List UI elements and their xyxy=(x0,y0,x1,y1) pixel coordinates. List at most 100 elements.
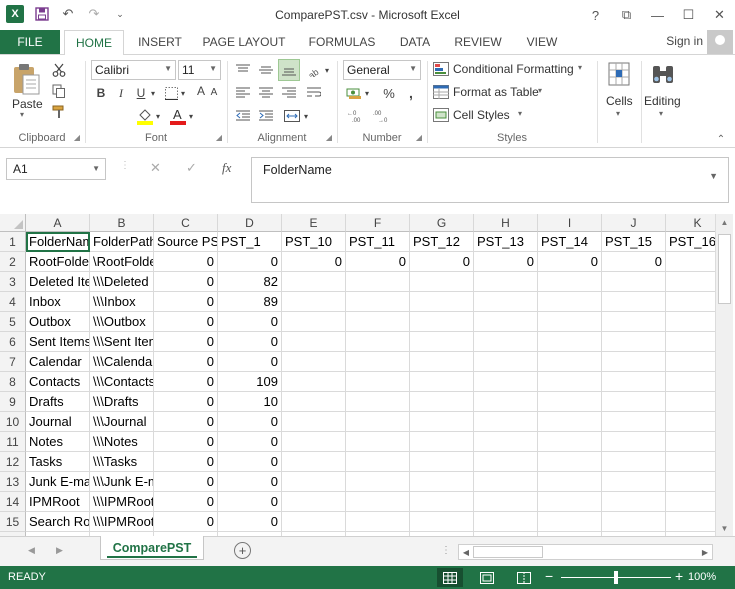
horizontal-scroll-thumb[interactable] xyxy=(473,546,543,558)
cell-g7[interactable] xyxy=(410,352,474,372)
minimize-button[interactable]: — xyxy=(642,0,673,30)
cell-f13[interactable] xyxy=(346,472,410,492)
cell-k5[interactable] xyxy=(666,312,715,332)
cell-e3[interactable] xyxy=(282,272,346,292)
align-right-icon[interactable] xyxy=(278,83,300,103)
zoom-in-icon[interactable]: + xyxy=(675,568,683,584)
cell-j11[interactable] xyxy=(602,432,666,452)
accounting-dropdown-icon[interactable]: ▾ xyxy=(363,84,371,102)
column-header-i[interactable]: I xyxy=(538,214,602,232)
cell-b4[interactable]: \\\Inbox xyxy=(90,292,154,312)
cell-h14[interactable] xyxy=(474,492,538,512)
column-header-f[interactable]: F xyxy=(346,214,410,232)
binoculars-icon[interactable] xyxy=(649,60,677,88)
cell-f2[interactable]: 0 xyxy=(346,252,410,272)
row-header-5[interactable]: 5 xyxy=(0,312,26,332)
merge-dropdown-icon[interactable]: ▾ xyxy=(302,106,310,126)
formula-bar-handle-icon[interactable]: ⋮ xyxy=(120,160,130,171)
cell-e13[interactable] xyxy=(282,472,346,492)
cell-g15[interactable] xyxy=(410,512,474,532)
cell-a2[interactable]: RootFolder xyxy=(26,252,90,272)
formula-input[interactable]: FolderName ▼ xyxy=(251,157,729,203)
cell-a9[interactable]: Drafts xyxy=(26,392,90,412)
cell-i6[interactable] xyxy=(538,332,602,352)
cell-g5[interactable] xyxy=(410,312,474,332)
cell-b11[interactable]: \\\Notes xyxy=(90,432,154,452)
cell-i8[interactable] xyxy=(538,372,602,392)
decrease-decimal-icon[interactable]: .00 →0 xyxy=(372,107,394,125)
cell-k13[interactable] xyxy=(666,472,715,492)
cell-c6[interactable]: 0 xyxy=(154,332,218,352)
cell-f4[interactable] xyxy=(346,292,410,312)
cell-b8[interactable]: \\\Contacts xyxy=(90,372,154,392)
comma-style-icon[interactable]: , xyxy=(402,84,420,102)
cell-f11[interactable] xyxy=(346,432,410,452)
cell-b5[interactable]: \\\Outbox xyxy=(90,312,154,332)
cell-k11[interactable] xyxy=(666,432,715,452)
cell-g8[interactable] xyxy=(410,372,474,392)
cell-d13[interactable]: 0 xyxy=(218,472,282,492)
cell-e12[interactable] xyxy=(282,452,346,472)
cell-b6[interactable]: \\\Sent Items xyxy=(90,332,154,352)
cell-c4[interactable]: 0 xyxy=(154,292,218,312)
column-header-d[interactable]: D xyxy=(218,214,282,232)
cell-h3[interactable] xyxy=(474,272,538,292)
row-header-3[interactable]: 3 xyxy=(0,272,26,292)
sheet-tab-active[interactable]: ComparePST xyxy=(100,536,204,560)
cell-c11[interactable]: 0 xyxy=(154,432,218,452)
percent-style-icon[interactable]: % xyxy=(380,84,398,102)
accounting-format-icon[interactable] xyxy=(344,84,364,102)
font-color-icon[interactable]: A xyxy=(169,105,187,127)
cell-a3[interactable]: Deleted Items xyxy=(26,272,90,292)
cell-a7[interactable]: Calendar xyxy=(26,352,90,372)
clipboard-launcher-icon[interactable]: ◢ xyxy=(74,133,80,142)
cell-d5[interactable]: 0 xyxy=(218,312,282,332)
add-sheet-icon[interactable]: + xyxy=(234,542,251,559)
name-box-dropdown-icon[interactable]: ▼ xyxy=(92,164,100,173)
cell-d4[interactable]: 89 xyxy=(218,292,282,312)
tab-page-layout[interactable]: PAGE LAYOUT xyxy=(198,30,290,54)
font-color-dropdown-icon[interactable]: ▾ xyxy=(187,107,195,125)
cell-j3[interactable] xyxy=(602,272,666,292)
cell-i15[interactable] xyxy=(538,512,602,532)
cell-b13[interactable]: \\\Junk E-mail xyxy=(90,472,154,492)
cell-g12[interactable] xyxy=(410,452,474,472)
cell-b1[interactable]: FolderPath xyxy=(90,232,154,252)
increase-decimal-icon[interactable]: ←0.00 xyxy=(346,107,368,125)
cell-c1[interactable]: Source PST xyxy=(154,232,218,252)
cell-h2[interactable]: 0 xyxy=(474,252,538,272)
cell-d10[interactable]: 0 xyxy=(218,412,282,432)
cell-a15[interactable]: Search Root xyxy=(26,512,90,532)
cell-d9[interactable]: 10 xyxy=(218,392,282,412)
cell-c5[interactable]: 0 xyxy=(154,312,218,332)
cell-k2[interactable] xyxy=(666,252,715,272)
row-header-6[interactable]: 6 xyxy=(0,332,26,352)
cell-i7[interactable] xyxy=(538,352,602,372)
page-layout-view-icon[interactable] xyxy=(474,568,500,587)
name-box[interactable]: A1 ▼ xyxy=(6,158,106,180)
borders-icon[interactable] xyxy=(163,84,179,102)
cell-f6[interactable] xyxy=(346,332,410,352)
prev-sheet-icon[interactable]: ◀ xyxy=(28,545,35,556)
decrease-indent-icon[interactable] xyxy=(232,106,254,126)
cell-a8[interactable]: Contacts xyxy=(26,372,90,392)
column-header-c[interactable]: C xyxy=(154,214,218,232)
underline-dropdown-icon[interactable]: ▾ xyxy=(149,84,157,102)
cell-k4[interactable] xyxy=(666,292,715,312)
number-format-select[interactable]: General ▼ xyxy=(343,60,421,80)
format-as-table-icon[interactable] xyxy=(432,84,450,100)
cell-d2[interactable]: 0 xyxy=(218,252,282,272)
cell-j14[interactable] xyxy=(602,492,666,512)
fill-color-icon[interactable] xyxy=(136,105,154,127)
scroll-down-arrow-icon[interactable]: ▼ xyxy=(716,520,733,536)
wrap-text-icon[interactable] xyxy=(304,83,324,103)
cell-e15[interactable] xyxy=(282,512,346,532)
cell-k14[interactable] xyxy=(666,492,715,512)
paste-icon[interactable] xyxy=(10,61,42,97)
underline-icon[interactable]: U xyxy=(133,84,149,102)
cell-g3[interactable] xyxy=(410,272,474,292)
row-header-2[interactable]: 2 xyxy=(0,252,26,272)
orientation-icon[interactable]: ab xyxy=(304,60,324,80)
scroll-up-arrow-icon[interactable]: ▲ xyxy=(716,214,733,230)
cell-a14[interactable]: IPMRoot xyxy=(26,492,90,512)
